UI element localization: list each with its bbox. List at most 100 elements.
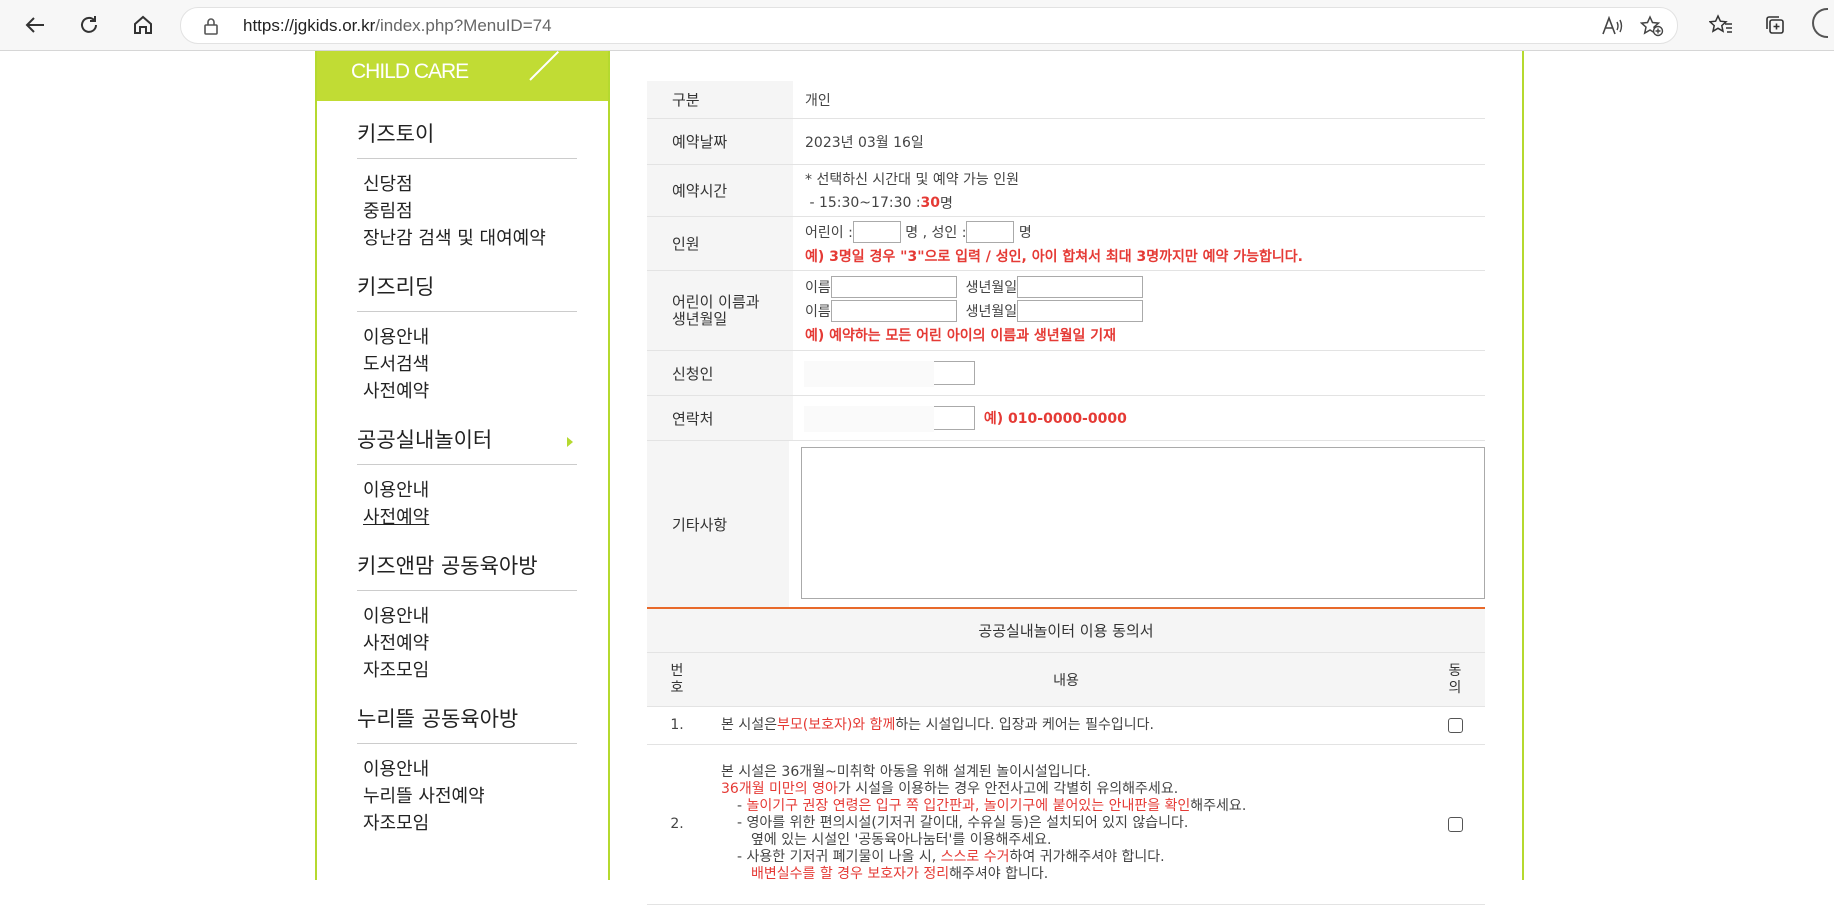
applicant-label: 신청인 [647, 351, 793, 395]
etc-textarea[interactable] [801, 447, 1485, 599]
redacted-mask [804, 406, 934, 432]
row-line: 배변실수를 할 경우 보호자가 정리해주셔야 합니다. [721, 866, 1415, 883]
child-info-label-line: 어린이 이름과 [672, 292, 760, 311]
row-text: - [737, 798, 747, 814]
time-label: 예약시간 [647, 165, 793, 216]
people-note: 예) 3명일 경우 "3"으로 입력 / 성인, 아이 합쳐서 최대 3명까지만… [805, 248, 1303, 265]
row-date: 예약날짜 2023년 03월 16일 [647, 119, 1485, 165]
row-content: 본 시설은 부모(보호자)와 함께 하는 시설입니다. 입장과 케어는 필수입니… [707, 707, 1425, 744]
address-bar[interactable]: https://jgkids.or.kr/index.php?MenuID=74 [180, 7, 1678, 44]
lock-icon[interactable] [203, 17, 219, 39]
page-content: CHILD CARE 키즈토이 신당점 중림점 장난감 검색 및 대여예약 키즈… [0, 51, 1834, 905]
redacted-mask [804, 361, 934, 387]
menu-item[interactable]: 이용안내 [363, 324, 577, 351]
menu-item-active[interactable]: 사전예약 [363, 504, 577, 531]
menu-item[interactable]: 중림점 [363, 198, 577, 225]
menu-item[interactable]: 사전예약 [363, 378, 577, 405]
agreement-header: 번호 내용 동의 [647, 653, 1485, 707]
browser-toolbar: https://jgkids.or.kr/index.php?MenuID=74 [0, 0, 1834, 51]
etc-label: 기타사항 [647, 441, 789, 607]
row-line: 본 시설은 36개월~미취학 아동을 위해 설계된 놀이시설입니다. [721, 764, 1091, 780]
content-border [1522, 51, 1524, 880]
menu-title[interactable]: 키즈앤맘 공동육아방 [357, 551, 577, 591]
menu-item[interactable]: 이용안내 [363, 603, 577, 630]
menu-item[interactable]: 신당점 [363, 171, 577, 198]
menu-title-active[interactable]: 공공실내놀이터 [357, 425, 577, 465]
applicant-input[interactable] [804, 361, 975, 387]
child-birth-label: 생년월일 [965, 303, 1018, 320]
row-highlight: 놀이기구 권장 연령은 입구 쪽 입간판과, 놀이기구에 붙어있는 안내판을 확… [746, 798, 1191, 814]
agree-checkbox[interactable] [1447, 718, 1463, 733]
logo-decoration [529, 51, 559, 81]
row-highlight: 스스로 수거 [940, 849, 1010, 865]
date-label: 예약날짜 [647, 119, 793, 164]
row-text: 본 시설은 [721, 717, 777, 733]
row-highlight: 36개월 미만의 영아 [721, 781, 838, 797]
url-path: /index.php?MenuID=74 [375, 16, 552, 35]
child-count-unit: 명 [905, 224, 919, 241]
sidebar-logo: CHILD CARE [317, 51, 608, 101]
col-number-header: 번호 [647, 653, 707, 706]
row-line: 36개월 미만의 영아가 시설을 이용하는 경우 안전사고에 각별히 유의해주세… [721, 781, 1415, 798]
row-text: 하는 시설입니다. 입장과 케어는 필수입니다. [895, 717, 1154, 733]
menu-title-text: 공공실내놀이터 [357, 428, 493, 452]
read-aloud-icon[interactable] [1599, 13, 1625, 39]
child-count-label: 어린이 : [805, 224, 853, 241]
col-agree-header: 동의 [1425, 653, 1485, 706]
menu-group-kidsreading: 키즈리딩 이용안내 도서검색 사전예약 [357, 272, 577, 425]
menu-item[interactable]: 이용안내 [363, 477, 577, 504]
menu-item[interactable]: 자조모임 [363, 810, 577, 837]
collections-icon[interactable] [1758, 8, 1792, 42]
favorites-icon[interactable] [1704, 8, 1738, 42]
menu-item[interactable]: 사전예약 [363, 630, 577, 657]
arrow-right-icon [567, 437, 573, 447]
row-applicant: 신청인 [647, 351, 1485, 396]
row-line: - 사용한 기저귀 폐기물이 나올 시, 스스로 수거하여 귀가해주셔야 합니다… [721, 849, 1415, 866]
child-name-input[interactable] [830, 275, 957, 298]
child-info-label: 어린이 이름과 생년월일 [647, 271, 793, 350]
menu-item[interactable]: 장난감 검색 및 대여예약 [363, 225, 577, 252]
child-birth-input[interactable] [1017, 299, 1144, 322]
logo-text: CHILD CARE [351, 60, 469, 83]
menu-group-kidsmom: 키즈앤맘 공동육아방 이용안내 사전예약 자조모임 [357, 551, 577, 704]
menu-item[interactable]: 누리뜰 사전예약 [363, 783, 577, 810]
contact-input[interactable] [804, 406, 975, 432]
menu-item[interactable]: 이용안내 [363, 756, 577, 783]
row-text: 하여 귀가해주셔야 합니다. [1009, 849, 1165, 865]
child-name-label: 이름 [805, 303, 831, 320]
time-capacity: 30 [920, 194, 941, 211]
menu-title[interactable]: 누리뜰 공동육아방 [357, 704, 577, 744]
row-text: - 사용한 기저귀 폐기물이 나올 시, [737, 849, 941, 865]
menu-item[interactable]: 자조모임 [363, 657, 577, 684]
agree-checkbox[interactable] [1447, 817, 1463, 832]
url-text[interactable]: https://jgkids.or.kr/index.php?MenuID=74 [243, 16, 552, 36]
row-line: - 영아를 위한 편의시설(기저귀 갈이대, 수유실 등)은 설치되어 있지 않… [737, 815, 1189, 831]
menu-title[interactable]: 키즈토이 [357, 119, 577, 159]
back-icon[interactable] [18, 8, 52, 42]
contact-label: 연락처 [647, 396, 793, 440]
adult-count-input[interactable] [966, 220, 1015, 243]
row-etc: 기타사항 [647, 441, 1485, 607]
row-type: 구분 개인 [647, 81, 1485, 119]
row-line: - 놀이기구 권장 연령은 입구 쪽 입간판과, 놀이기구에 붙어있는 안내판을… [721, 798, 1415, 815]
home-icon[interactable] [126, 8, 160, 42]
child-birth-label: 생년월일 [965, 279, 1018, 296]
refresh-icon[interactable] [72, 8, 106, 42]
agreement-row: 1. 본 시설은 부모(보호자)와 함께 하는 시설입니다. 입장과 케어는 필… [647, 707, 1485, 745]
agreement-row: 2. 본 시설은 36개월~미취학 아동을 위해 설계된 놀이시설입니다. 36… [647, 745, 1485, 905]
row-time: 예약시간 * 선택하신 시간대 및 예약 가능 인원 - 15:30~17:30… [647, 165, 1485, 217]
adult-count-label: , 성인 : [922, 224, 967, 241]
type-label: 구분 [647, 81, 793, 118]
menu-title[interactable]: 키즈리딩 [357, 272, 577, 312]
child-birth-input[interactable] [1017, 275, 1144, 298]
add-favorite-icon[interactable] [1639, 13, 1665, 39]
col-agree-text: 동 [1448, 662, 1462, 679]
child-count-input[interactable] [852, 220, 901, 243]
profile-avatar-icon[interactable] [1812, 8, 1828, 38]
col-number-text: 호 [670, 679, 684, 696]
contact-example: 예) 010-0000-0000 [983, 411, 1127, 427]
menu-group-nuriddeul: 누리뜰 공동육아방 이용안내 누리뜰 사전예약 자조모임 [357, 704, 577, 857]
menu-item[interactable]: 도서검색 [363, 351, 577, 378]
child-name-input[interactable] [830, 299, 957, 322]
row-line: 옆에 있는 시설인 '공동육아나눔터'를 이용해주세요. [751, 832, 1052, 848]
